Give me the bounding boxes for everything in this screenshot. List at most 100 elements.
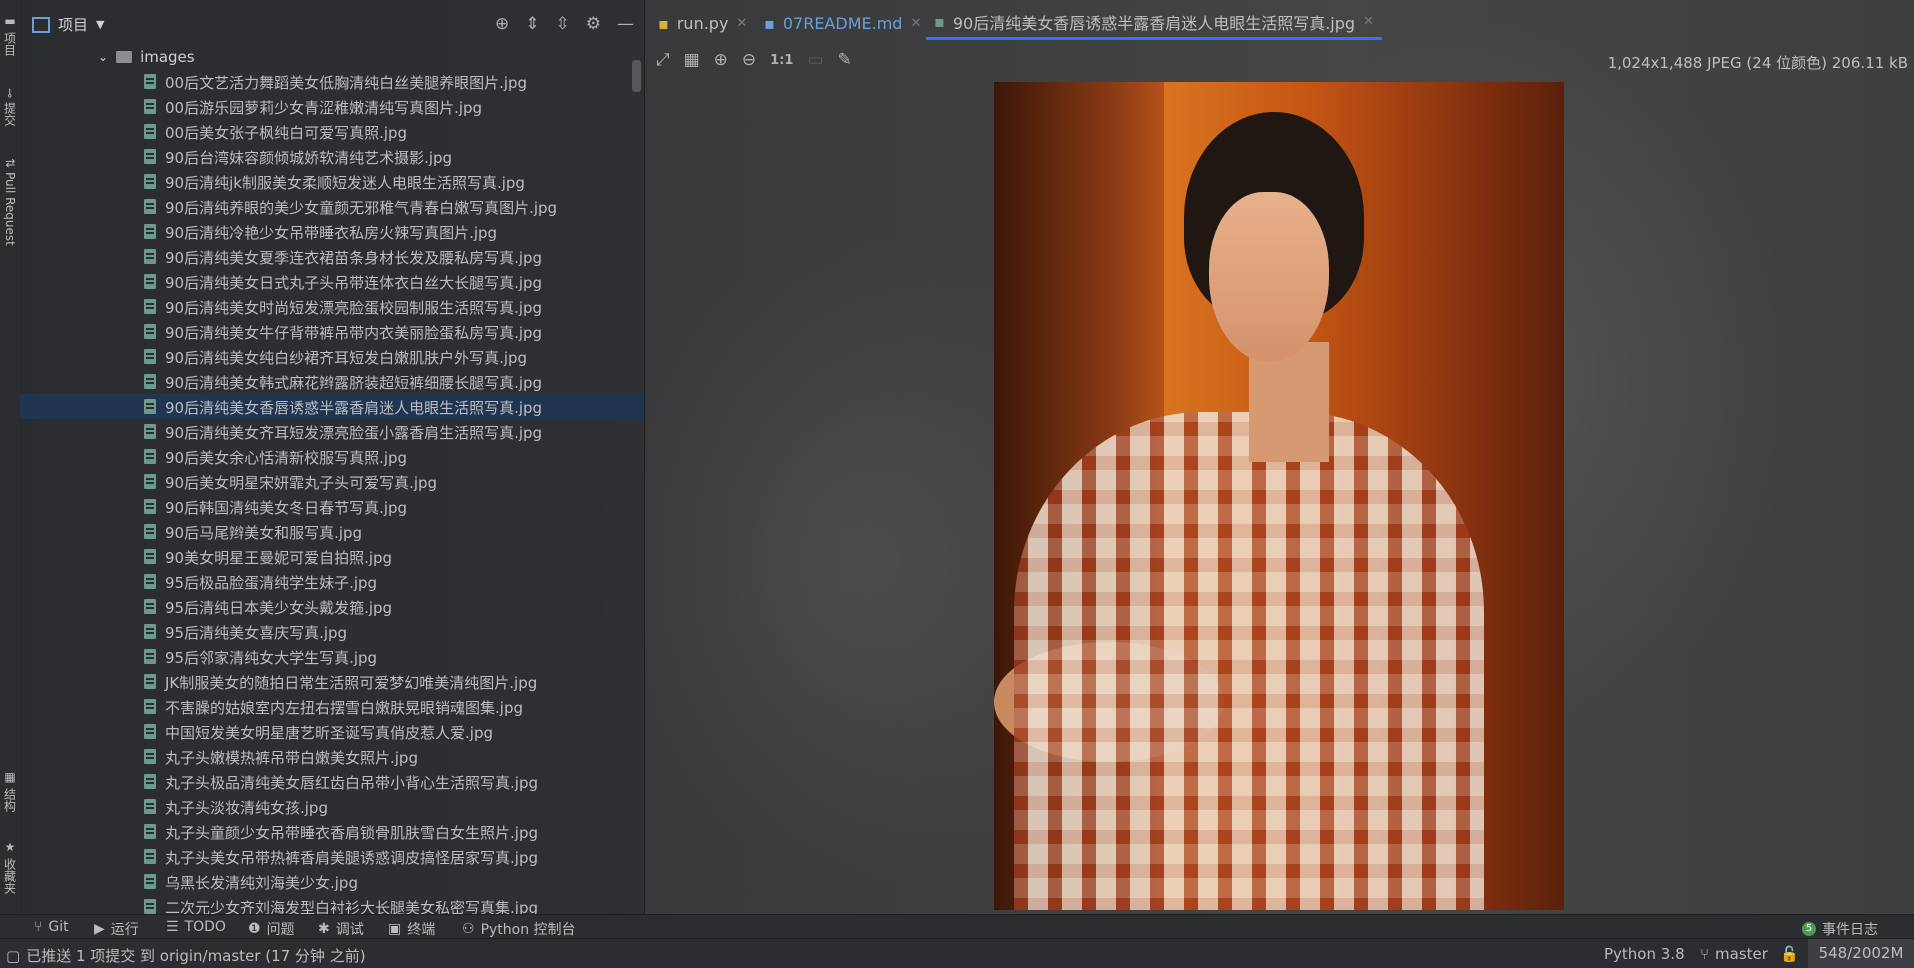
tree-file-item[interactable]: 中国短发美女明星唐艺昕圣诞写真俏皮惹人爱.jpg bbox=[20, 719, 644, 744]
tree-file-item[interactable]: 乌黑长发清纯刘海美少女.jpg bbox=[20, 869, 644, 894]
zoom-in-icon[interactable]: ⊕ bbox=[714, 50, 728, 70]
tree-file-item[interactable]: 90后美女明星宋妍霏丸子头可爱写真.jpg bbox=[20, 469, 644, 494]
tool-tab-pull-request[interactable]: ⇅ Pull Request bbox=[1, 158, 19, 246]
project-view-icon bbox=[32, 16, 50, 33]
tree-file-item[interactable]: 90后马尾辫美女和服写真.jpg bbox=[20, 519, 644, 544]
tree-scrollbar[interactable] bbox=[632, 60, 641, 92]
hide-icon[interactable]: — bbox=[617, 14, 634, 34]
grid-icon[interactable]: ▦ bbox=[684, 50, 700, 70]
tree-file-label: 90后清纯美女夏季连衣裙苗条身材长发及腰私房写真.jpg bbox=[165, 249, 543, 267]
interpreter-widget[interactable]: Python 3.8 bbox=[1604, 945, 1685, 963]
tree-file-item[interactable]: 丸子头嫩模热裤吊带白嫩美女照片.jpg bbox=[20, 744, 644, 769]
tree-folder-images[interactable]: ⌄ images bbox=[98, 44, 195, 69]
actual-size-button[interactable]: 1:1 bbox=[770, 53, 793, 68]
tree-file-item[interactable]: 90后清纯美女韩式麻花辫露脐装超短裤细腰长腿写真.jpg bbox=[20, 369, 644, 394]
pull-request-icon: ⇅ bbox=[3, 158, 17, 169]
lock-icon[interactable]: 🔓 bbox=[1780, 945, 1799, 963]
chevron-down-icon[interactable]: ⌄ bbox=[98, 50, 108, 64]
tool-window-bar: ⑂ Git ▶ 运行 ☰ TODO ❶ 问题 ✱ 调试 ▣ 终端 ⚇ Python 控制台 5… bbox=[0, 914, 1914, 939]
tool-tab-commit[interactable]: ⊸ 提交 bbox=[1, 88, 19, 126]
collapse-all-icon[interactable]: ⇳ bbox=[556, 14, 570, 34]
image-file-icon bbox=[144, 649, 156, 664]
run-tool-button[interactable]: ▶ 运行 bbox=[94, 919, 139, 939]
project-panel-header[interactable]: 项目 ▼ bbox=[32, 14, 104, 35]
tool-tab-structure-label: 结构 bbox=[2, 788, 17, 812]
image-file-icon bbox=[144, 399, 156, 414]
tree-file-item[interactable]: 90后美女余心恬清新校服写真照.jpg bbox=[20, 444, 644, 469]
tool-tab-favorites[interactable]: ★ 收藏夹 bbox=[1, 840, 19, 894]
tree-file-item[interactable]: 90后清纯jk制服美女柔顺短发迷人电眼生活照写真.jpg bbox=[20, 169, 644, 194]
event-log-button[interactable]: 5 事件日志 bbox=[1802, 919, 1878, 939]
photo-face bbox=[1209, 192, 1329, 362]
image-file-icon bbox=[144, 824, 156, 839]
tree-file-item[interactable]: 95后清纯美女喜庆写真.jpg bbox=[20, 619, 644, 644]
debug-tool-button[interactable]: ✱ 调试 bbox=[318, 919, 364, 939]
tree-file-item[interactable]: 90后清纯美女纯白纱裙齐耳短发白嫩肌肤户外写真.jpg bbox=[20, 344, 644, 369]
tool-tab-project-label: 项目 bbox=[2, 32, 17, 56]
git-branch-widget[interactable]: ⑂ master bbox=[1700, 945, 1768, 963]
problems-tool-button[interactable]: ❶ 问题 bbox=[248, 919, 295, 939]
tree-file-item[interactable]: 00后文艺活力舞蹈美女低胸清纯白丝美腿养眼图片.jpg bbox=[20, 69, 644, 94]
tab-readme[interactable]: ▪ 07README.md ✕ bbox=[756, 6, 929, 40]
tree-file-label: 00后文艺活力舞蹈美女低胸清纯白丝美腿养眼图片.jpg bbox=[165, 74, 528, 92]
tree-file-item[interactable]: 90后清纯美女牛仔背带裤吊带内衣美丽脸蛋私房写真.jpg bbox=[20, 319, 644, 344]
tree-file-item[interactable]: 90后清纯美女时尚短发漂亮脸蛋校园制服生活照写真.jpg bbox=[20, 294, 644, 319]
tree-file-item[interactable]: 丸子头极品清纯美女唇红齿白吊带小背心生活照写真.jpg bbox=[20, 769, 644, 794]
tree-file-item[interactable]: 90后清纯冷艳少女吊带睡衣私房火辣写真图片.jpg bbox=[20, 219, 644, 244]
tree-file-label: 90后韩国清纯美女冬日春节写真.jpg bbox=[165, 499, 408, 517]
memory-indicator[interactable]: 548/2002M bbox=[1808, 939, 1914, 968]
tree-file-item[interactable]: 95后极品脸蛋清纯学生妹子.jpg bbox=[20, 569, 644, 594]
tree-file-label: 90后清纯美女纯白纱裙齐耳短发白嫩肌肤户外写真.jpg bbox=[165, 349, 528, 367]
tab-label: 07README.md bbox=[782, 13, 903, 33]
locate-icon[interactable]: ⊕ bbox=[495, 14, 509, 34]
close-icon[interactable]: ✕ bbox=[736, 16, 747, 31]
tree-file-label: 90后马尾辫美女和服写真.jpg bbox=[165, 524, 363, 542]
color-picker-icon[interactable]: ✎ bbox=[838, 50, 852, 70]
tree-file-item[interactable]: 95后邻家清纯女大学生写真.jpg bbox=[20, 644, 644, 669]
problems-label: 问题 bbox=[266, 922, 295, 938]
git-tool-button[interactable]: ⑂ Git bbox=[34, 919, 69, 935]
image-file-icon bbox=[144, 149, 156, 164]
tree-file-item[interactable]: 90后清纯美女齐耳短发漂亮脸蛋小露香肩生活照写真.jpg bbox=[20, 419, 644, 444]
tree-file-item[interactable]: 90后清纯美女香唇诱惑半露香肩迷人电眼生活照写真.jpg bbox=[20, 394, 644, 419]
tree-file-label: 90后台湾妹容颜倾城娇软清纯艺术摄影.jpg bbox=[165, 149, 453, 167]
image-file-icon bbox=[144, 749, 156, 764]
chevron-down-icon[interactable]: ▼ bbox=[96, 18, 104, 31]
tree-file-item[interactable]: 90后台湾妹容颜倾城娇软清纯艺术摄影.jpg bbox=[20, 144, 644, 169]
image-file-icon bbox=[144, 424, 156, 439]
python-console-tool-button[interactable]: ⚇ Python 控制台 bbox=[462, 919, 576, 939]
close-icon[interactable]: ✕ bbox=[910, 16, 921, 31]
tree-file-item[interactable]: 90后清纯美女日式丸子头吊带连体衣白丝大长腿写真.jpg bbox=[20, 269, 644, 294]
tree-file-item[interactable]: JK制服美女的随拍日常生活照可爱梦幻唯美清纯图片.jpg bbox=[20, 669, 644, 694]
tree-file-item[interactable]: 95后清纯日本美少女头戴发箍.jpg bbox=[20, 594, 644, 619]
background-toggle-icon[interactable]: ▭ bbox=[807, 50, 823, 70]
fit-to-window-icon[interactable]: ⤢ bbox=[656, 50, 670, 70]
tree-file-item[interactable]: 二次元少女齐刘海发型白衬衫大长腿美女私密写真集.jpg bbox=[20, 894, 644, 914]
close-icon[interactable]: ✕ bbox=[1363, 14, 1374, 29]
image-preview bbox=[994, 82, 1564, 910]
tab-run-py[interactable]: ▪ run.py ✕ bbox=[650, 6, 755, 40]
status-message[interactable]: ▢ 已推送 1 项提交 到 origin/master (17 分钟 之前) bbox=[6, 945, 366, 966]
tree-file-item[interactable]: 90后韩国清纯美女冬日春节写真.jpg bbox=[20, 494, 644, 519]
expand-all-icon[interactable]: ⇕ bbox=[525, 14, 539, 34]
todo-tool-button[interactable]: ☰ TODO bbox=[166, 919, 226, 935]
editor-tabs: ▪ run.py ✕ ▪ 07README.md ✕ ▪ 90后清纯美女香唇诱惑… bbox=[646, 0, 1914, 44]
tree-file-item[interactable]: 00后游乐园萝莉少女青涩稚嫩清纯写真图片.jpg bbox=[20, 94, 644, 119]
tree-file-item[interactable]: 00后美女张子枫纯白可爱写真照.jpg bbox=[20, 119, 644, 144]
terminal-tool-button[interactable]: ▣ 终端 bbox=[388, 919, 435, 939]
tree-file-label: 90后清纯美女韩式麻花辫露脐装超短裤细腰长腿写真.jpg bbox=[165, 374, 543, 392]
tab-image-file[interactable]: ▪ 90后清纯美女香唇诱惑半露香肩迷人电眼生活照写真.jpg ✕ bbox=[926, 6, 1382, 40]
tree-file-item[interactable]: 90美女明星王曼妮可爱自拍照.jpg bbox=[20, 544, 644, 569]
tree-file-item[interactable]: 90后清纯美女夏季连衣裙苗条身材长发及腰私房写真.jpg bbox=[20, 244, 644, 269]
tool-tab-project[interactable]: ▬ 项目 bbox=[1, 14, 19, 56]
tree-file-item[interactable]: 不害臊的姑娘室内左扭右摆雪白嫩肤晃眼销魂图集.jpg bbox=[20, 694, 644, 719]
tree-file-item[interactable]: 丸子头淡妆清纯女孩.jpg bbox=[20, 794, 644, 819]
zoom-out-icon[interactable]: ⊖ bbox=[742, 50, 756, 70]
panel-toggle-icon[interactable]: ▢ bbox=[6, 947, 20, 965]
image-file-icon bbox=[144, 299, 156, 314]
gear-icon[interactable]: ⚙ bbox=[586, 14, 601, 34]
tree-file-item[interactable]: 丸子头童颜少女吊带睡衣香肩锁骨肌肤雪白女生照片.jpg bbox=[20, 819, 644, 844]
tree-file-item[interactable]: 丸子头美女吊带热裤香肩美腿诱惑调皮搞怪居家写真.jpg bbox=[20, 844, 644, 869]
tree-file-item[interactable]: 90后清纯养眼的美少女童颜无邪稚气青春白嫩写真图片.jpg bbox=[20, 194, 644, 219]
tool-tab-structure[interactable]: ▦ 结构 bbox=[1, 770, 19, 812]
